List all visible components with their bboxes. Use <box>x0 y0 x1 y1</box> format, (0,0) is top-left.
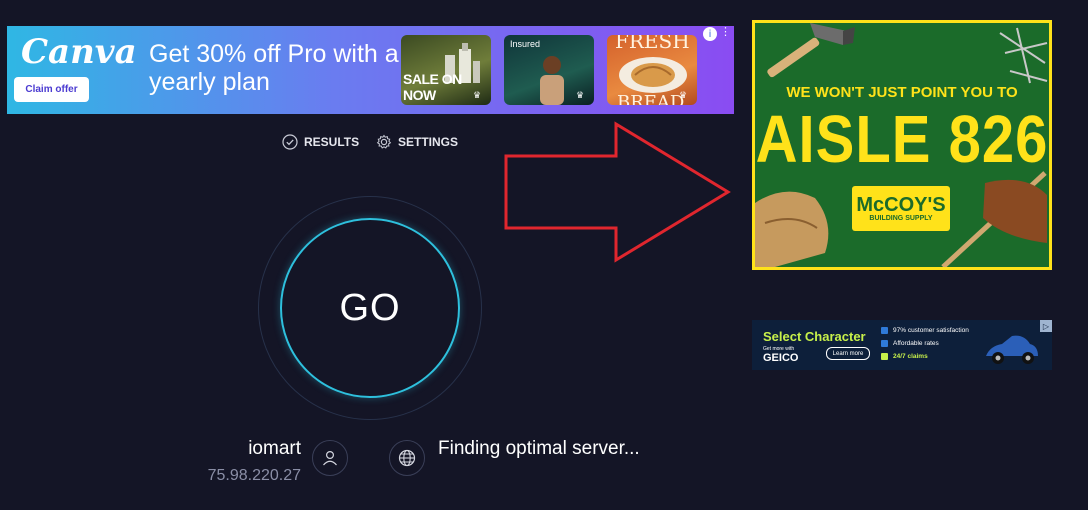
adchoices-icon[interactable]: ▷ <box>1040 320 1052 332</box>
go-button[interactable]: GO <box>280 218 460 398</box>
ad-info-icon[interactable]: i <box>703 27 717 41</box>
results-label: RESULTS <box>304 135 360 149</box>
mccoys-aisle-text: AISLE 826 <box>755 102 1049 177</box>
mccoys-tagline: WE WON'T JUST POINT YOU TO <box>786 84 1018 101</box>
settings-label: SETTINGS <box>398 135 459 149</box>
croissant-illustration <box>619 57 687 93</box>
canva-logo: Canva <box>21 32 137 72</box>
check-circle-icon <box>282 134 298 150</box>
mccoys-subtitle: BUILDING SUPPLY <box>869 215 933 222</box>
ip-address: 75.98.220.27 <box>207 467 301 484</box>
crown-icon: ♛ <box>679 91 688 101</box>
gear-icon <box>376 134 392 149</box>
results-tab[interactable]: RESULTS <box>282 132 359 152</box>
geico-bullet: Affordable rates <box>881 340 939 347</box>
bullet-text: 97% customer satisfaction <box>893 327 969 334</box>
settings-tab[interactable]: SETTINGS <box>376 132 458 152</box>
mccoys-brand: McCOY'S <box>856 194 946 216</box>
bullet-text: 24/7 claims <box>893 353 928 360</box>
ad-image-tile-insured[interactable]: Insured ♛ <box>504 35 594 105</box>
ad-headline: Get 30% off Pro with a yearly plan <box>149 40 399 96</box>
geico-bullet: 97% customer satisfaction <box>881 327 969 334</box>
canva-ad-banner[interactable]: Canva Claim offer Get 30% off Pro with a… <box>7 26 734 114</box>
go-label: GO <box>339 286 401 329</box>
bullet-icon <box>881 340 888 347</box>
geico-ad-banner[interactable]: Select Character Get more with GEICO Lea… <box>752 320 1052 370</box>
crown-icon: ♛ <box>473 91 482 101</box>
mccoys-logo: McCOY'S BUILDING SUPPLY <box>852 186 950 231</box>
geico-headline: Select Character <box>763 329 866 344</box>
user-icon <box>312 440 348 476</box>
globe-icon[interactable] <box>389 440 425 476</box>
bullet-icon <box>881 353 888 360</box>
mccoys-ad-banner[interactable]: WE WON'T JUST POINT YOU TO AISLE 826 McC… <box>752 20 1052 270</box>
ad-options-icon[interactable]: ⋮ <box>720 26 731 38</box>
red-arrow-annotation <box>504 121 731 263</box>
claim-offer-button[interactable]: Claim offer <box>14 77 89 102</box>
tile-insured-text: Insured <box>510 39 541 49</box>
server-status-text: Finding optimal server... <box>438 438 640 459</box>
person-illustration <box>540 56 564 105</box>
geico-logo: GEICO <box>763 352 799 364</box>
car-illustration <box>986 335 1038 364</box>
tile-bread-text: BREAD <box>617 92 685 105</box>
isp-name: iomart <box>248 438 301 459</box>
learn-more-button[interactable]: Learn more <box>826 347 870 360</box>
bullet-icon <box>881 327 888 334</box>
crown-icon: ♛ <box>576 91 585 101</box>
bullet-text: Affordable rates <box>893 340 939 347</box>
ad-image-tile-bread[interactable]: FRESH BREAD ♛ <box>607 35 697 105</box>
geico-bullet: 24/7 claims <box>881 353 928 360</box>
ad-image-tile-sale[interactable]: SALE ON NOW ♛ <box>401 35 491 105</box>
